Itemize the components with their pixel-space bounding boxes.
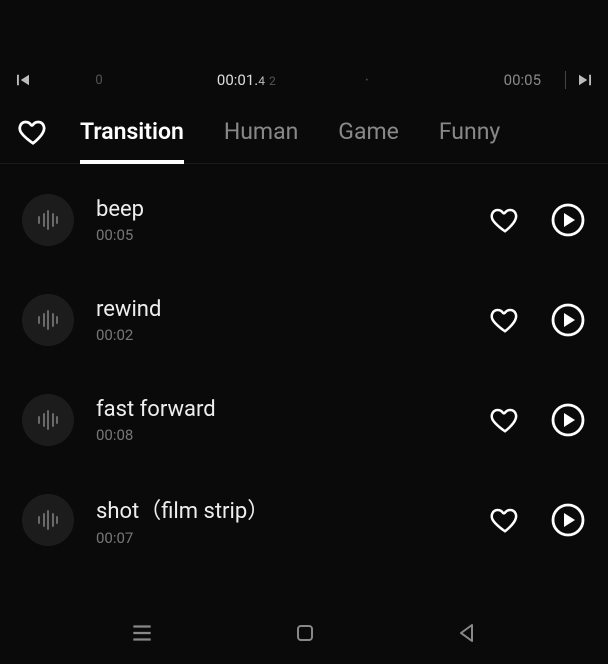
sound-thumb	[22, 294, 74, 346]
waveform-icon	[38, 210, 58, 230]
heart-icon	[490, 305, 520, 335]
timeline-bar: 0 00:01.42 · 00:05	[0, 60, 608, 100]
square-icon	[293, 621, 317, 645]
sound-list: beep 00:05 rewind 00:02	[0, 164, 608, 570]
play-button[interactable]	[550, 302, 586, 338]
sound-title: shot（film strip）	[96, 493, 460, 525]
tab-game[interactable]: Game	[338, 100, 399, 164]
play-circle-icon	[550, 302, 586, 338]
system-nav-bar	[0, 602, 608, 664]
waveform-icon	[38, 510, 58, 530]
tab-label: Human	[224, 118, 298, 145]
skip-previous-icon	[14, 71, 32, 89]
favorite-button[interactable]	[490, 205, 520, 235]
timeline-zero-mark: 0	[32, 73, 166, 88]
heart-icon	[490, 205, 520, 235]
play-circle-icon	[550, 202, 586, 238]
timeline-dot: ·	[327, 70, 407, 91]
list-item[interactable]: fast forward 00:08	[0, 370, 608, 470]
top-spacer	[0, 0, 608, 60]
item-text: beep 00:05	[96, 197, 460, 244]
tab-label: Funny	[439, 118, 500, 145]
favorite-button[interactable]	[490, 305, 520, 335]
timeline-current-time: 00:01.42	[166, 71, 327, 89]
play-button[interactable]	[550, 402, 586, 438]
sound-duration: 00:07	[96, 529, 460, 547]
timeline-separator	[565, 71, 566, 89]
tab-label: Transition	[80, 118, 184, 145]
home-button[interactable]	[293, 621, 317, 645]
list-item[interactable]: shot（film strip） 00:07	[0, 470, 608, 570]
recent-apps-button[interactable]	[129, 620, 155, 646]
heart-icon	[18, 117, 48, 147]
play-circle-icon	[550, 402, 586, 438]
favorites-tab-button[interactable]	[18, 117, 48, 147]
sound-title: fast forward	[96, 397, 460, 422]
tab-label: Game	[338, 118, 399, 145]
timeline-end-time: 00:05	[407, 71, 541, 89]
sound-title: rewind	[96, 297, 460, 322]
tab-transition[interactable]: Transition	[80, 100, 184, 164]
heart-icon	[490, 405, 520, 435]
sound-thumb	[22, 394, 74, 446]
list-item[interactable]: rewind 00:02	[0, 270, 608, 370]
tabs-row: Transition Human Game Funny	[0, 100, 608, 164]
sound-duration: 00:08	[96, 426, 460, 444]
prev-track-button[interactable]	[14, 71, 32, 89]
waveform-icon	[38, 310, 58, 330]
play-button[interactable]	[550, 202, 586, 238]
sound-title: beep	[96, 197, 460, 222]
sound-duration: 00:02	[96, 326, 460, 344]
sound-duration: 00:05	[96, 226, 460, 244]
play-button[interactable]	[550, 502, 586, 538]
item-text: rewind 00:02	[96, 297, 460, 344]
play-circle-icon	[550, 502, 586, 538]
back-button[interactable]	[455, 621, 479, 645]
back-triangle-icon	[455, 621, 479, 645]
item-text: fast forward 00:08	[96, 397, 460, 444]
sound-thumb	[22, 494, 74, 546]
item-text: shot（film strip） 00:07	[96, 493, 460, 547]
tab-funny[interactable]: Funny	[439, 100, 500, 164]
skip-next-icon	[576, 71, 594, 89]
sound-thumb	[22, 194, 74, 246]
favorite-button[interactable]	[490, 405, 520, 435]
tab-human[interactable]: Human	[224, 100, 298, 164]
favorite-button[interactable]	[490, 505, 520, 535]
heart-icon	[490, 505, 520, 535]
menu-icon	[129, 620, 155, 646]
next-track-button[interactable]	[576, 71, 594, 89]
list-item[interactable]: beep 00:05	[0, 170, 608, 270]
waveform-icon	[38, 410, 58, 430]
